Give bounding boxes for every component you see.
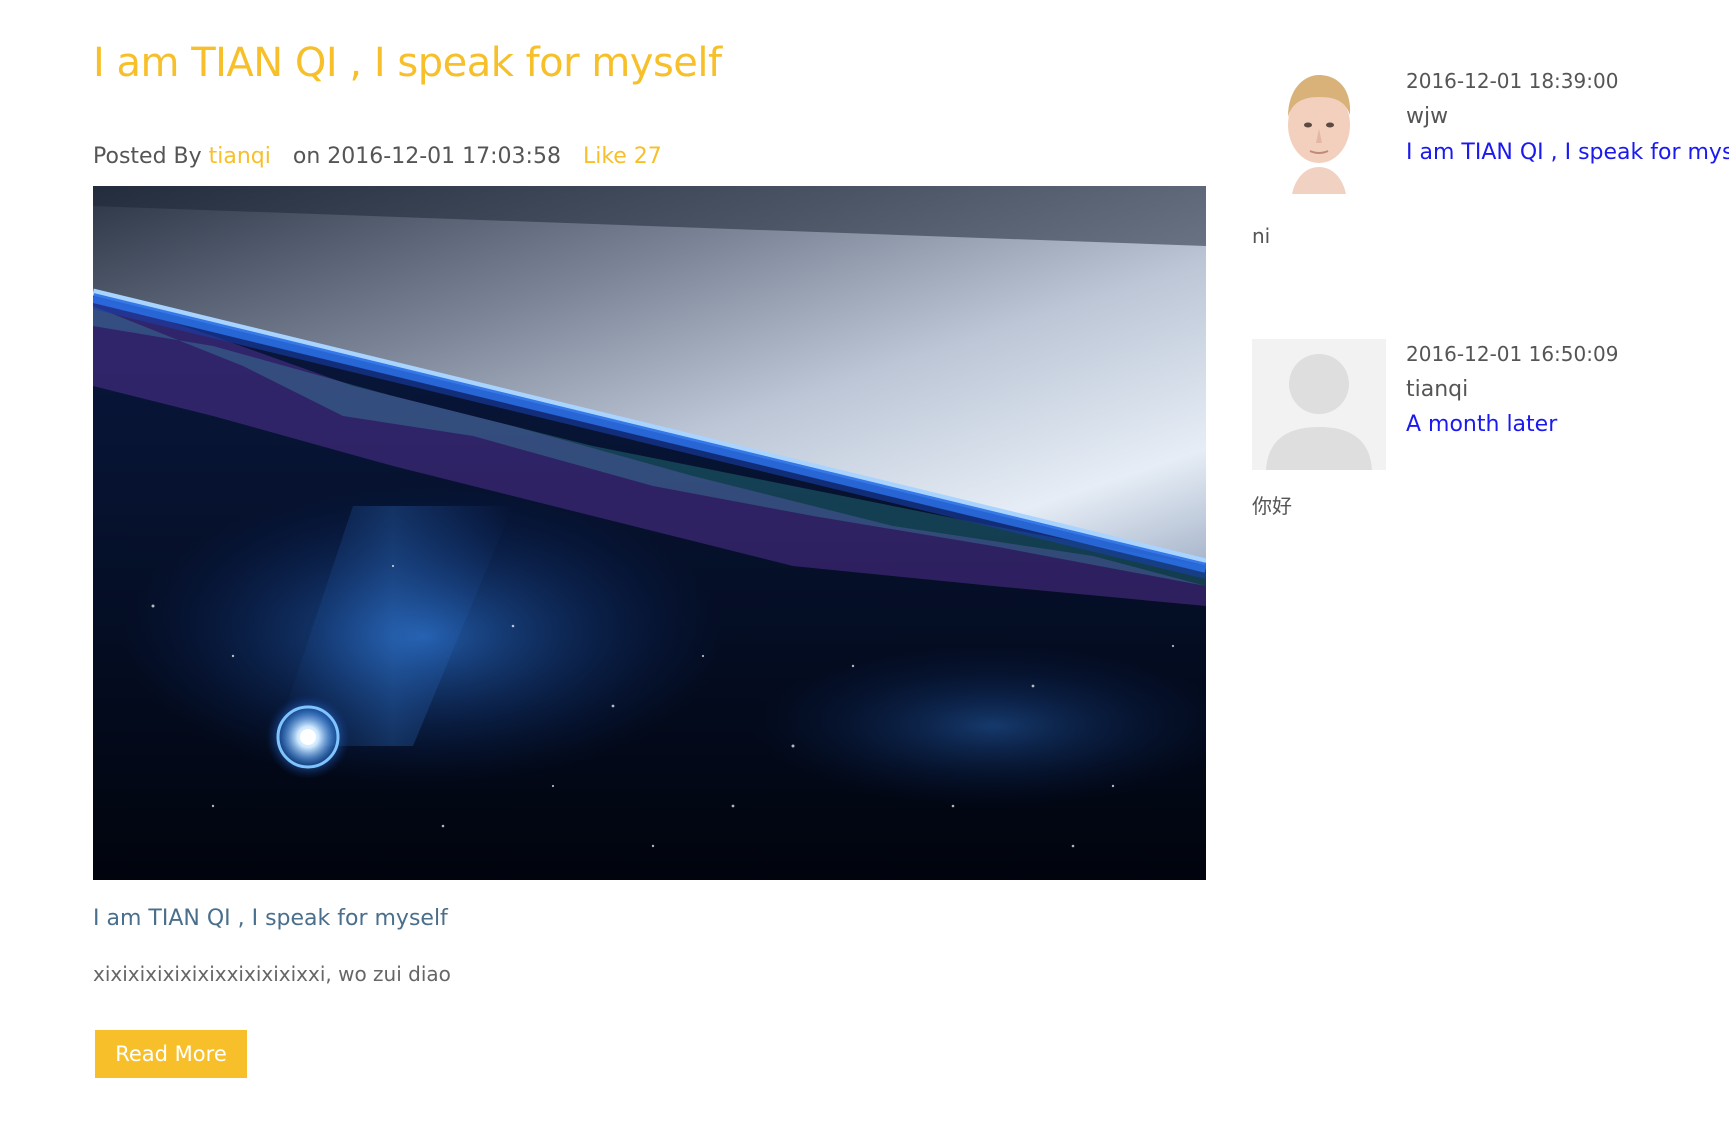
post-excerpt: xixixixixixixixxixixixixxi, wo zui diao <box>93 962 451 986</box>
comment-post-link[interactable]: A month later <box>1406 410 1557 440</box>
comment-time: 2016-12-01 16:50:09 <box>1406 342 1619 366</box>
comment-body: ni <box>1252 224 1271 248</box>
comment-time: 2016-12-01 18:39:00 <box>1406 69 1619 93</box>
comment-user: wjw <box>1406 104 1449 129</box>
posted-by-label: Posted By <box>93 144 202 169</box>
like-link[interactable]: Like 27 <box>583 144 662 169</box>
post-hero-image <box>93 186 1206 880</box>
author-link[interactable]: tianqi <box>209 144 271 169</box>
post-date: on 2016-12-01 17:03:58 <box>292 144 561 169</box>
comment-avatar-photo[interactable] <box>1252 63 1386 194</box>
comment-post-link[interactable]: I am TIAN QI , I speak for myse <box>1406 138 1729 168</box>
comment-body: 你好 <box>1252 494 1292 518</box>
blog-post: I am TIAN QI , I speak for myself Posted… <box>93 28 1206 1078</box>
post-meta: Posted By tianqi on 2016-12-01 17:03:58 Li… <box>93 142 1206 172</box>
comment-avatar-default[interactable] <box>1252 339 1386 470</box>
post-title: I am TIAN QI , I speak for myself <box>93 28 1206 98</box>
comment-user: tianqi <box>1406 377 1469 402</box>
excerpt-title-link[interactable]: I am TIAN QI , I speak for myself <box>93 904 448 934</box>
post-title-link[interactable]: I am TIAN QI , I speak for myself <box>93 40 722 86</box>
read-more-button[interactable]: Read More <box>95 1030 247 1078</box>
